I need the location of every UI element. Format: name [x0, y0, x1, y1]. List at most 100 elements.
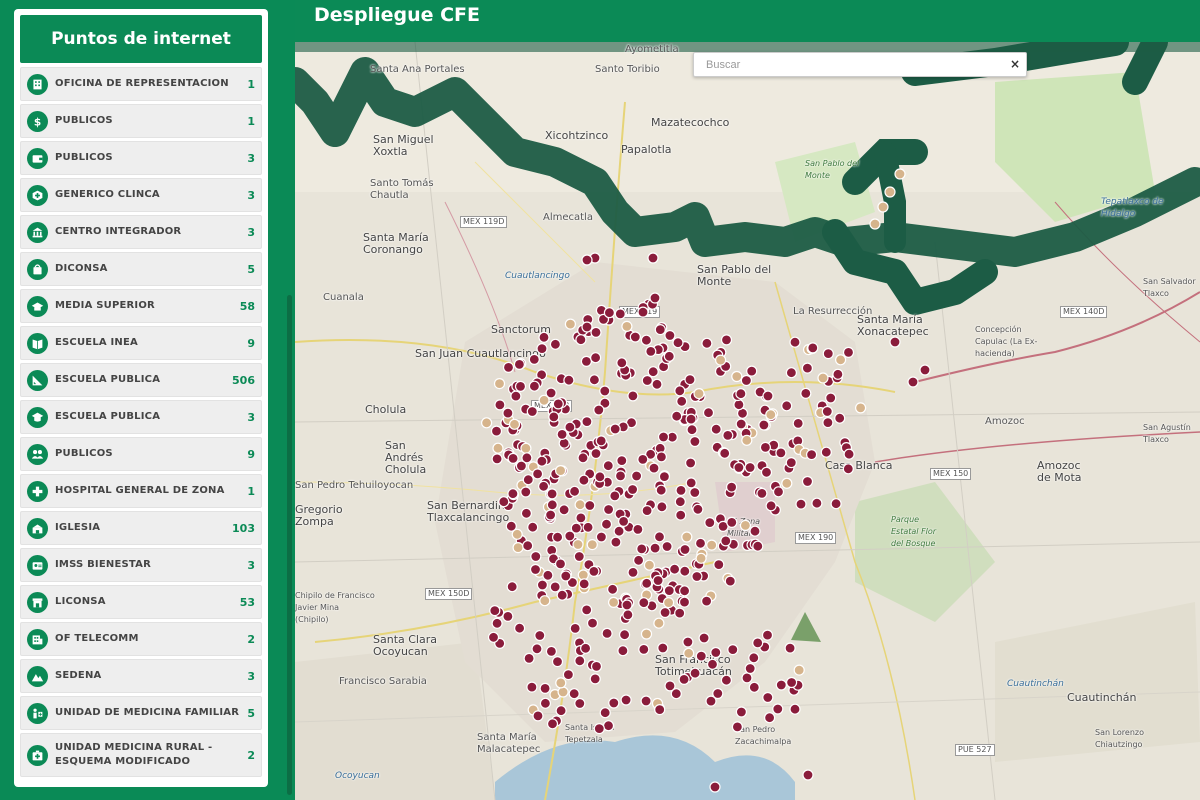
map-marker[interactable]	[686, 424, 698, 436]
map-marker[interactable]	[530, 550, 542, 563]
map-marker[interactable]	[633, 554, 645, 566]
map-marker[interactable]	[741, 434, 753, 446]
map-marker[interactable]	[590, 447, 602, 460]
map-marker[interactable]	[539, 697, 551, 709]
map-marker[interactable]	[586, 539, 598, 551]
map-marker[interactable]	[674, 607, 686, 619]
map-marker[interactable]	[560, 570, 572, 582]
map-marker[interactable]	[580, 642, 592, 654]
map-marker[interactable]	[491, 617, 503, 629]
map-marker[interactable]	[695, 552, 707, 564]
map-marker[interactable]	[800, 387, 812, 399]
map-marker[interactable]	[720, 334, 733, 346]
map-marker[interactable]	[735, 388, 747, 400]
category-item[interactable]: HOSPITAL GENERAL DE ZONA 1	[20, 474, 262, 508]
map-marker[interactable]	[546, 718, 559, 730]
map-marker[interactable]	[748, 681, 760, 693]
map-marker[interactable]	[869, 218, 881, 230]
map-marker[interactable]	[672, 337, 684, 349]
map-marker[interactable]	[582, 521, 594, 533]
map-marker[interactable]	[523, 652, 535, 665]
map-marker[interactable]	[657, 431, 670, 443]
map-marker[interactable]	[578, 474, 590, 486]
map-marker[interactable]	[507, 488, 519, 500]
map-marker[interactable]	[784, 642, 796, 654]
map-marker[interactable]	[548, 411, 560, 423]
map-marker[interactable]	[684, 374, 696, 386]
map-marker[interactable]	[603, 307, 615, 319]
map-marker[interactable]	[487, 631, 500, 643]
map-marker[interactable]	[542, 569, 554, 581]
map-marker[interactable]	[602, 720, 615, 732]
map-marker[interactable]	[527, 521, 539, 533]
map-marker[interactable]	[618, 515, 630, 527]
map-marker[interactable]	[558, 504, 570, 516]
map-marker[interactable]	[637, 306, 649, 318]
map-marker[interactable]	[552, 531, 564, 543]
category-item[interactable]: CENTRO INTEGRADOR 3	[20, 215, 262, 249]
map-marker[interactable]	[740, 374, 752, 387]
map-marker[interactable]	[588, 374, 600, 386]
category-item[interactable]: SEDENA 3	[20, 659, 262, 693]
map-marker[interactable]	[581, 604, 593, 616]
map-marker[interactable]	[739, 519, 751, 531]
map-marker[interactable]	[581, 254, 593, 266]
map-marker[interactable]	[507, 452, 519, 464]
map-marker[interactable]	[586, 617, 599, 629]
map-marker[interactable]	[627, 483, 639, 496]
map-marker[interactable]	[752, 637, 764, 649]
map-marker[interactable]	[679, 585, 691, 597]
map-marker[interactable]	[811, 497, 823, 509]
map-marker[interactable]	[821, 405, 833, 418]
map-marker[interactable]	[781, 400, 793, 412]
map-marker[interactable]	[801, 475, 814, 488]
map-marker[interactable]	[602, 460, 614, 472]
map-marker[interactable]	[538, 331, 550, 343]
map-marker[interactable]	[491, 453, 503, 465]
map-marker[interactable]	[554, 558, 567, 570]
map-marker[interactable]	[658, 471, 670, 483]
map-marker[interactable]	[575, 512, 587, 524]
map-marker[interactable]	[589, 673, 601, 685]
map-marker[interactable]	[536, 343, 548, 355]
map-marker[interactable]	[685, 413, 697, 425]
map-marker[interactable]	[689, 435, 701, 448]
map-marker[interactable]	[786, 676, 798, 689]
map-marker[interactable]	[492, 442, 504, 454]
map-marker[interactable]	[733, 461, 745, 474]
map-marker[interactable]	[569, 485, 581, 497]
map-marker[interactable]	[685, 477, 697, 489]
map-marker[interactable]	[481, 417, 493, 429]
map-marker[interactable]	[549, 581, 561, 593]
map-marker[interactable]	[651, 378, 663, 390]
map-marker[interactable]	[834, 354, 847, 366]
map-marker[interactable]	[722, 429, 734, 441]
map-marker[interactable]	[620, 694, 632, 706]
map-marker[interactable]	[590, 326, 602, 338]
category-item[interactable]: ESCUELA PUBLICA 506	[20, 363, 262, 397]
map-marker[interactable]	[609, 423, 621, 435]
category-item[interactable]: MEDIA SUPERIOR 58	[20, 289, 262, 323]
category-item[interactable]: ESCUELA PUBLICA 3	[20, 400, 262, 434]
map-marker[interactable]	[679, 543, 691, 556]
map-marker[interactable]	[609, 490, 621, 502]
map-marker[interactable]	[581, 321, 593, 333]
map-marker[interactable]	[557, 686, 569, 698]
map-marker[interactable]	[599, 707, 611, 719]
map-marker[interactable]	[761, 629, 774, 641]
category-item[interactable]: UNIDAD DE MEDICINA FAMILIAR 5	[20, 696, 262, 730]
map-marker[interactable]	[588, 565, 600, 578]
map-marker[interactable]	[513, 358, 525, 370]
category-item[interactable]: DICONSA 5	[20, 252, 262, 286]
map-marker[interactable]	[551, 655, 564, 668]
map-marker[interactable]	[546, 488, 558, 500]
map-marker[interactable]	[674, 385, 686, 397]
map-marker[interactable]	[584, 499, 596, 512]
map-marker[interactable]	[641, 374, 653, 387]
map-marker[interactable]	[692, 503, 704, 515]
map-marker[interactable]	[656, 501, 668, 513]
map-marker[interactable]	[731, 721, 743, 733]
map-marker[interactable]	[744, 461, 756, 474]
map-marker[interactable]	[789, 336, 801, 348]
map-marker[interactable]	[694, 537, 707, 549]
